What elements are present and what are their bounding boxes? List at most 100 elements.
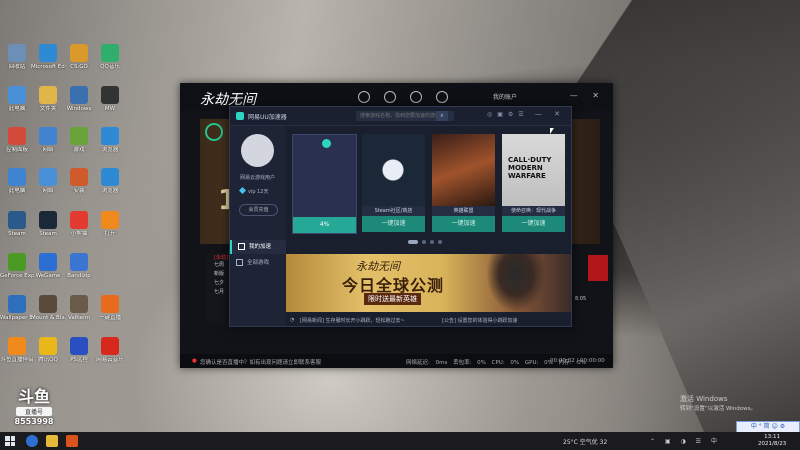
member-recharge-button[interactable]: 会员充值 — [239, 204, 278, 216]
desktop-icon-label: 浏览器 — [101, 147, 119, 153]
game-icon[interactable] — [436, 91, 448, 103]
desktop-icon[interactable]: 安装 — [62, 168, 96, 195]
app-icon — [39, 337, 57, 355]
desktop-icon[interactable]: 小熊猫 — [62, 211, 96, 238]
desktop-icon[interactable]: GeForce Experience — [0, 253, 34, 280]
desktop-icon[interactable]: 回收站 — [0, 44, 34, 71]
desktop-icon[interactable]: Microsoft Edge — [31, 44, 65, 71]
acceleration-progress-button[interactable]: 4% — [293, 217, 356, 233]
nav-all-games[interactable]: 全部游戏 — [230, 256, 285, 270]
desktop-icon[interactable]: 文件夹 — [31, 86, 65, 113]
game-card-cod[interactable]: CALL·DUTY MODERN WARFARE 使命召唤：现代战争 一键加速 — [502, 134, 565, 232]
lol-cover — [432, 134, 495, 206]
nav-label: 我的加速 — [249, 244, 272, 250]
game-card-progress[interactable]: 4% — [292, 134, 357, 234]
desktop-icon[interactable]: 打开 — [93, 211, 127, 238]
desktop-icon[interactable]: 此电脑 — [0, 168, 34, 195]
carousel-pager[interactable] — [408, 240, 442, 244]
desktop-icon[interactable]: 此电脑 — [0, 86, 34, 113]
desktop-icon-label: 此电脑 — [8, 106, 26, 112]
accelerate-button[interactable]: 一键加速 — [502, 216, 565, 232]
bilibili-icon[interactable] — [410, 91, 422, 103]
nav-my-acceleration[interactable]: 我的加速 — [230, 240, 287, 254]
windows-activation-watermark: 激活 Windows 转到“设置”以激活 Windows。 — [680, 394, 756, 412]
app-icon — [101, 86, 119, 104]
desktop-icon[interactable]: QQ音乐 — [93, 44, 127, 71]
launcher-warning-text: 您确认是否直播中？如有出现问题请立即联系客服 — [200, 360, 322, 366]
app-icon — [39, 168, 57, 186]
desktop-icon[interactable]: 网络 — [31, 168, 65, 195]
app-icon — [39, 295, 57, 313]
banner-subtitle: 限时送最新英雄 — [364, 293, 421, 305]
desktop-icon[interactable]: Windows — [62, 86, 96, 113]
taskbar-app-icon[interactable] — [66, 435, 78, 447]
accelerator-sidebar: 网易云游戏用户 vip 12天 会员充值 我的加速 全部游戏 — [230, 126, 287, 326]
grid-icon — [236, 259, 243, 266]
desktop-icon[interactable]: Valheim — [62, 295, 96, 322]
news-item[interactable]: 七月 — [214, 288, 228, 297]
game-card-lol[interactable]: 英雄联盟 一键加速 — [432, 134, 495, 232]
accelerator-window-controls[interactable]: — ✕ — [535, 110, 565, 118]
ticker-item[interactable]: [网易新闻] 生存服时长开小跳跃，轻松跑过去~ — [300, 317, 405, 324]
weibo-icon[interactable] — [358, 91, 370, 103]
desktop-icon-label: CS:GO — [70, 64, 88, 70]
accelerator-header: 网易UU加速器 ⌕ ◎▣⚙☰ — ✕ — [230, 107, 571, 126]
pager-dot[interactable] — [430, 240, 434, 244]
accelerate-button[interactable]: 一键加速 — [432, 216, 495, 232]
desktop-icon[interactable]: Steam — [0, 211, 34, 238]
desktop-icon[interactable]: Mount & Blade II — [31, 295, 65, 322]
account-entry[interactable]: 我的账户 — [493, 92, 517, 101]
windows-start-icon[interactable] — [5, 436, 15, 446]
desktop-icon[interactable]: WeGame — [31, 253, 65, 280]
desktop-icon[interactable]: PS远程 — [62, 337, 96, 364]
desktop-icon-label: 控制面板 — [5, 147, 28, 153]
desktop-icon[interactable]: Steam — [31, 211, 65, 238]
desktop-icon[interactable]: 斗鱼直播伴侣 — [0, 337, 34, 364]
app-icon — [101, 211, 119, 229]
activation-title: 激活 Windows — [680, 395, 728, 403]
weather-widget[interactable]: 25°C 空气优 32 — [563, 437, 607, 446]
news-tag: [永劫] — [214, 255, 228, 261]
taskbar-app-icon[interactable] — [26, 435, 38, 447]
banner-character-art — [486, 254, 546, 312]
desktop-icon[interactable]: Bandizip — [62, 253, 96, 280]
accelerate-button[interactable]: 一键加速 — [362, 216, 425, 232]
desktop-icon[interactable]: CS:GO — [62, 44, 96, 71]
app-icon — [8, 168, 26, 186]
desktop-icon[interactable]: 游戏 — [62, 127, 96, 154]
vip-days: vip 12天 — [248, 189, 269, 195]
ticker-item[interactable]: [公告] 设置您的体验得小跳跃加速 — [442, 317, 518, 324]
wechat-icon[interactable] — [384, 91, 396, 103]
header-tool-icons[interactable]: ◎▣⚙☰ — [487, 111, 529, 118]
app-icon — [8, 253, 26, 271]
desktop-icon[interactable]: MW — [93, 86, 127, 113]
desktop-icon[interactable]: 浏览器 — [93, 127, 127, 154]
news-item[interactable]: 七夕 — [214, 279, 228, 288]
desktop-icon[interactable]: 一键直播 — [93, 295, 127, 322]
taskbar-folder-icon[interactable] — [46, 435, 58, 447]
system-tray-icons[interactable]: ⌃ ▣ ◑ ☰ 中 — [650, 436, 721, 445]
pager-dot[interactable] — [438, 240, 442, 244]
news-item[interactable]: 七周 — [214, 261, 228, 270]
search-icon[interactable]: ⌕ — [436, 111, 448, 121]
pager-dot[interactable] — [422, 240, 426, 244]
promo-banner[interactable]: 永劫无间 今日全球公测 限时送最新英雄 — [286, 254, 571, 312]
launcher-window-controls[interactable]: — ✕ — [570, 91, 605, 100]
taskbar-clock[interactable]: 13:11 2021/8/23 — [758, 434, 786, 448]
desktop-icon[interactable]: 浏览器 — [93, 168, 127, 195]
avatar[interactable] — [241, 134, 274, 167]
desktop-icon[interactable]: 腾讯QQ — [31, 337, 65, 364]
desktop-icon[interactable]: 网络 — [31, 127, 65, 154]
desktop-icon-label: GeForce Experience — [0, 273, 34, 279]
progress-dot — [322, 139, 331, 148]
game-card-steam[interactable]: Steam社区/商店 一键加速 — [362, 134, 425, 232]
desktop-icon[interactable]: Wallpaper Engine — [0, 295, 34, 322]
launcher-news: [永劫] 七周 新版 七夕 七月 — [214, 254, 228, 297]
news-item[interactable]: 新版 — [214, 270, 228, 279]
desktop-icon[interactable]: 控制面板 — [0, 127, 34, 154]
desktop-icon-label: Microsoft Edge — [31, 64, 65, 70]
desktop-icon[interactable]: 网易云音乐 — [93, 337, 127, 364]
desktop-icon-label: 斗鱼直播伴侣 — [0, 357, 34, 363]
pager-dot[interactable] — [408, 240, 418, 244]
desktop-icon-label: Bandizip — [67, 273, 91, 279]
